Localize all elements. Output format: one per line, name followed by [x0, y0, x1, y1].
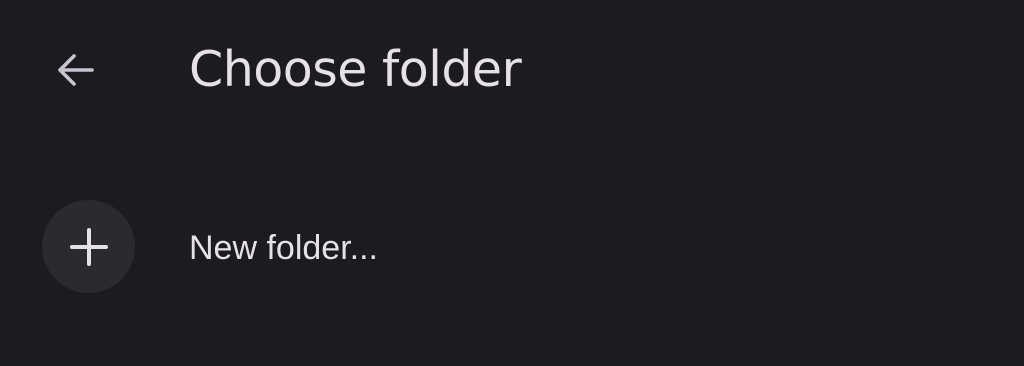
new-folder-icon-container: [42, 200, 135, 293]
choose-folder-screen: Choose folder New folder...: [0, 0, 1024, 366]
new-folder-item[interactable]: New folder...: [0, 194, 1024, 298]
page-title: Choose folder: [189, 41, 522, 98]
new-folder-label: New folder...: [189, 229, 378, 267]
arrow-back-icon: [58, 54, 94, 86]
plus-icon: [69, 227, 108, 266]
back-button[interactable]: [34, 30, 114, 110]
